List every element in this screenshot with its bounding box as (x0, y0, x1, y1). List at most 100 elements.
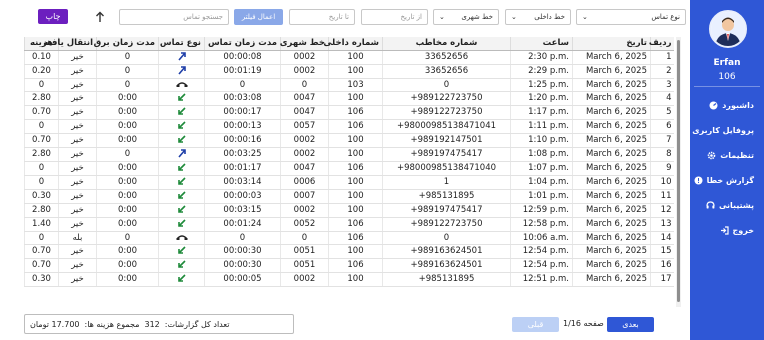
cell-duration: 0 (204, 78, 281, 92)
table-row[interactable]: 13 March 6, 2025 12:58 p.m. +989122723750 10… (24, 217, 674, 232)
table-header-row: ردیف تاریخ ساعت شماره مخاطب شماره داخلی … (24, 37, 674, 51)
cell-city-line: 0057 (280, 119, 329, 134)
internal-line-select[interactable]: ⌄ خط داخلی (505, 9, 571, 25)
cell-row: 13 (650, 217, 674, 232)
sidebar-item-logout[interactable]: خروج (720, 223, 754, 237)
table-row[interactable]: 7 March 6, 2025 1:10 p.m. +989192147501 100 0… (24, 133, 674, 148)
table-row[interactable]: 16 March 6, 2025 12:54 p.m. +989163624501 10… (24, 258, 674, 273)
table-row[interactable]: 14 March 6, 2025 10:06 a.m. 0 106 0 0 0 بله 0 (24, 231, 674, 245)
avatar[interactable] (709, 10, 747, 48)
table-row[interactable]: 2 March 6, 2025 2:29 p.m. 33652656 100 0002 00… (24, 64, 674, 79)
cell-date: March 6, 2025 (572, 64, 651, 79)
table-row[interactable]: 6 March 6, 2025 1:11 p.m. +9800098513847104… (24, 119, 674, 134)
total-cost-label: مجموع هزینه ها: (84, 319, 140, 329)
cell-cost: 0 (24, 78, 59, 92)
city-line-select[interactable]: ⌄ خط شهری (433, 9, 499, 25)
cell-extension: 106 (328, 119, 383, 134)
cell-contact: +989122723750 (382, 217, 511, 232)
sidebar-item-profile[interactable]: پروفایل کاربری (679, 123, 754, 137)
sidebar-item-support[interactable]: پشتیبانی (706, 198, 754, 212)
table-row[interactable]: 1 March 6, 2025 2:30 p.m. 33652656 100 0002 00… (24, 50, 674, 65)
cell-extension: 100 (328, 147, 383, 162)
cell-call-type (158, 161, 205, 176)
cell-date: March 6, 2025 (572, 231, 651, 245)
cell-transferred: خیر (58, 175, 97, 190)
dashboard-icon (709, 101, 718, 110)
table-scrollbar[interactable] (676, 37, 681, 307)
table-row[interactable]: 8 March 6, 2025 1:08 p.m. +989197475417 100 0… (24, 147, 674, 162)
sidebar-item-dashboard[interactable]: داشبورد (709, 98, 754, 112)
cell-time: 12:59 p.m. (510, 203, 573, 218)
cell-duration: 00:01:19 (204, 64, 281, 79)
cell-transferred: خیر (58, 64, 97, 79)
cell-extension: 100 (328, 189, 383, 204)
cell-cost: 2.80 (24, 203, 59, 218)
cell-time: 1:01 p.m. (510, 189, 573, 204)
col-header-time[interactable]: ساعت (510, 37, 573, 51)
col-header-row[interactable]: ردیف (649, 37, 674, 51)
col-header-call-type[interactable]: نوع تماس (158, 37, 205, 51)
cell-duration: 00:00:16 (204, 133, 281, 148)
cell-transferred: خیر (58, 91, 97, 106)
sidebar-item-error-report[interactable]: گزارش خطا (694, 173, 754, 187)
col-header-duration[interactable]: مدت زمان تماس (204, 37, 281, 51)
cell-time: 1:20 p.m. (510, 91, 573, 106)
summary-box: تعداد کل گزارشات: 312 مجموع هزینه ها: 17… (24, 314, 294, 334)
cell-cost: 0 (24, 119, 59, 134)
col-header-transferred[interactable]: انتقال یافته (43, 37, 97, 51)
col-header-city-line[interactable]: خط شهری (280, 37, 329, 51)
table-row[interactable]: 9 March 6, 2025 1:07 p.m. +9800098513847104… (24, 161, 674, 176)
cell-time: 12:54 p.m. (510, 244, 573, 259)
print-button[interactable]: چاپ (38, 9, 68, 24)
table-row[interactable]: 4 March 6, 2025 1:20 p.m. +989122723750 100 0… (24, 91, 674, 106)
scrollbar-thumb[interactable] (677, 40, 680, 302)
cell-call-type (158, 217, 205, 232)
table-row[interactable]: 10 March 6, 2025 1:04 p.m. 1 100 0006 00:03:14… (24, 175, 674, 190)
incoming-call-icon (177, 259, 187, 272)
cell-cost: 0.70 (24, 105, 59, 120)
cell-contact: +985131895 (382, 189, 511, 204)
table-row[interactable]: 3 March 6, 2025 1:25 p.m. 0 103 0 0 0 خیر 0 (24, 78, 674, 92)
cell-call-type (158, 231, 205, 245)
cell-extension: 106 (328, 231, 383, 245)
sidebar-item-settings[interactable]: تنظیمات (707, 148, 754, 162)
cell-city-line: 0 (280, 231, 329, 245)
cell-contact: +98000985138471041 (382, 119, 511, 134)
cell-extension: 100 (328, 203, 383, 218)
from-date-field[interactable]: از تاریخ (361, 9, 428, 25)
col-header-extension[interactable]: شماره داخلی (323, 37, 383, 51)
cell-power-duration: 0:00 (96, 258, 159, 273)
arrow-up-icon[interactable] (93, 9, 107, 24)
cell-row: 2 (650, 64, 674, 79)
page-root: Erfan 106 داشبورد پروفایل کاربری تنظیمات (0, 0, 764, 340)
report-count-label: تعداد کل گزارشات: (164, 319, 230, 329)
cell-row: 17 (650, 272, 674, 287)
cell-duration: 00:00:05 (204, 272, 281, 287)
cell-call-type (158, 272, 205, 287)
apply-filter-button[interactable]: اعمال فیلتر (234, 9, 283, 25)
prev-page-button[interactable]: قبلی (512, 317, 559, 332)
table-row[interactable]: 17 March 6, 2025 12:51 p.m. +985131895 100 00… (24, 272, 674, 287)
cell-row: 4 (650, 91, 674, 106)
cell-time: 2:29 p.m. (510, 64, 573, 79)
cell-call-type (158, 147, 205, 162)
cell-contact: +989122723750 (382, 105, 511, 120)
table-row[interactable]: 15 March 6, 2025 12:54 p.m. +989163624501 10… (24, 244, 674, 259)
cell-power-duration: 0 (96, 147, 159, 162)
to-date-field[interactable]: تا تاریخ (289, 9, 355, 25)
table-row[interactable]: 5 March 6, 2025 1:17 p.m. +989122723750 106 0… (24, 105, 674, 120)
cell-transferred: خیر (58, 147, 97, 162)
col-header-power-duration[interactable]: مدت زمان برق (94, 37, 159, 51)
table-row[interactable]: 11 March 6, 2025 1:01 p.m. +985131895 100 000… (24, 189, 674, 204)
col-header-contact[interactable]: شماره مخاطب (382, 37, 511, 51)
col-header-date[interactable]: تاریخ (572, 37, 651, 51)
cell-call-type (158, 175, 205, 190)
search-input[interactable]: جستجو تماس (119, 9, 229, 25)
cell-extension: 100 (328, 64, 383, 79)
call-type-select[interactable]: ⌄ نوع تماس (576, 9, 686, 25)
cell-transferred: خیر (58, 78, 97, 92)
cell-power-duration: 0:00 (96, 189, 159, 204)
next-page-button[interactable]: بعدی (607, 317, 654, 332)
cell-duration: 00:00:08 (204, 50, 281, 65)
table-row[interactable]: 12 March 6, 2025 12:59 p.m. +989197475417 10… (24, 203, 674, 218)
